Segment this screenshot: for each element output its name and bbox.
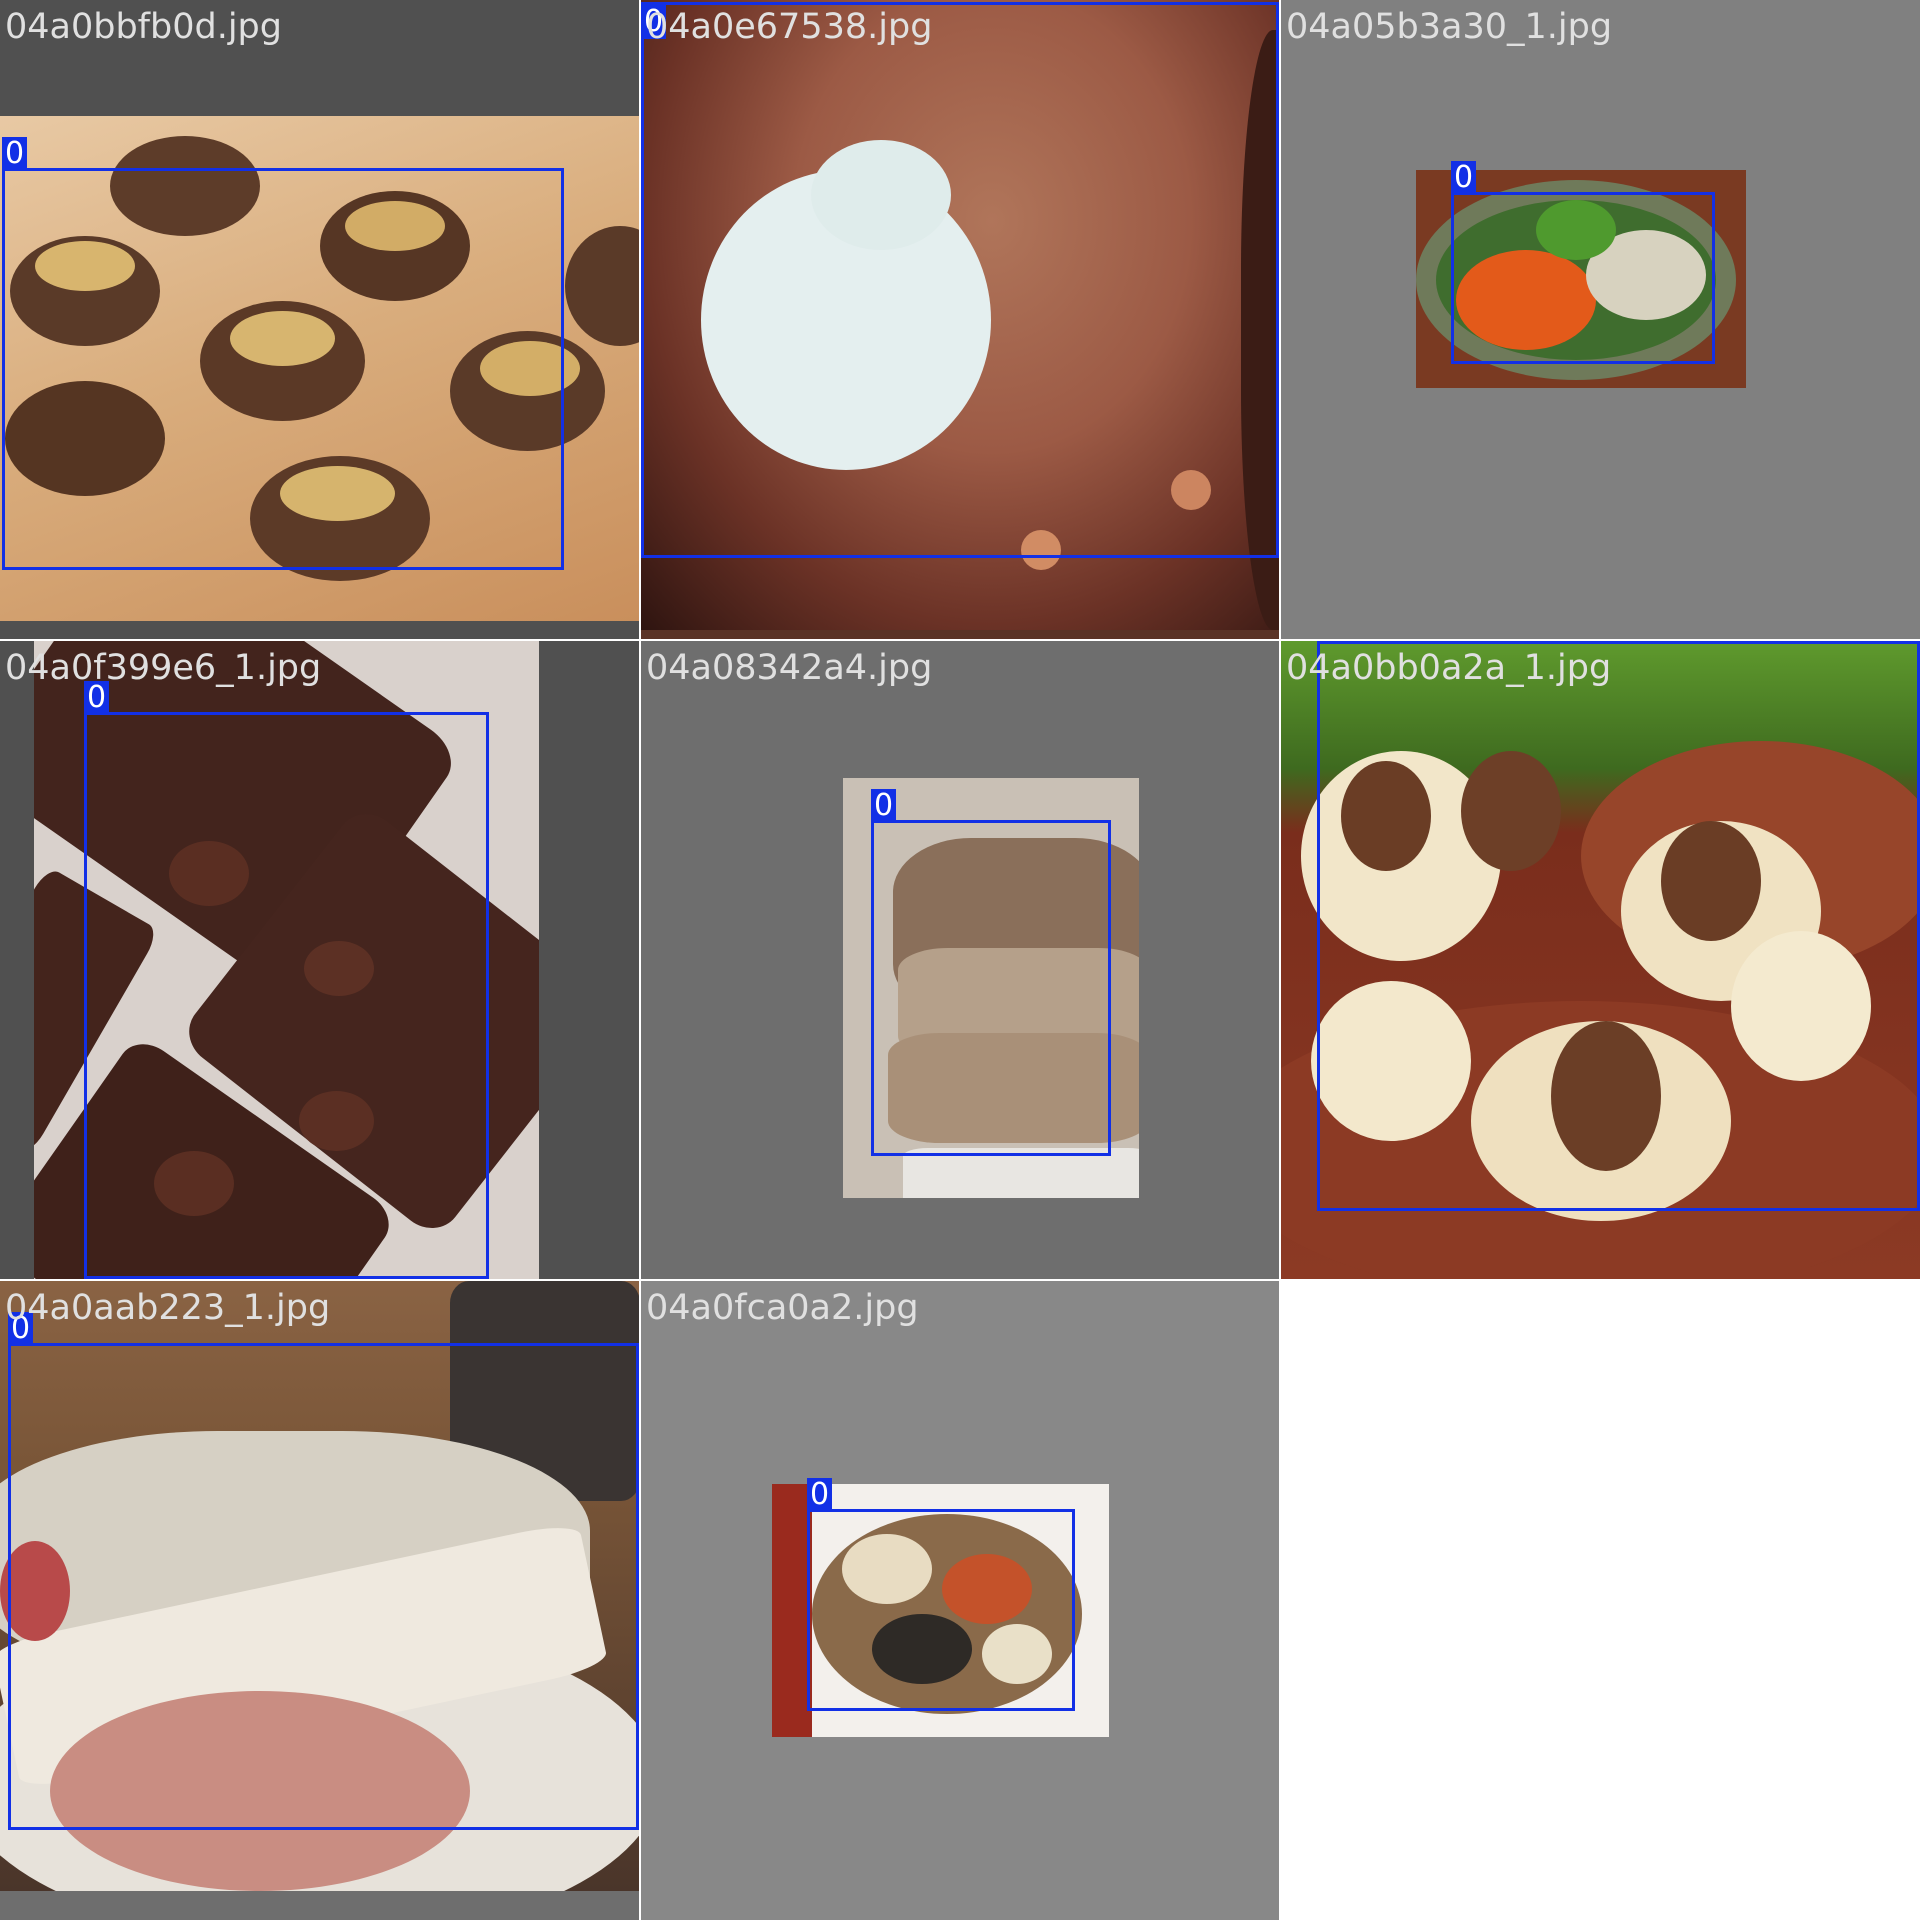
class-label: 0 [807, 1478, 833, 1512]
image-filename: 04a0bb0a2a_1.jpg [1286, 648, 1612, 688]
image-filename: 04a0f399e6_1.jpg [5, 648, 322, 688]
empty-cell [1281, 1281, 1920, 1920]
image-filename: 04a0fca0a2.jpg [646, 1288, 919, 1328]
image-filename: 04a0bbfb0d.jpg [5, 7, 282, 47]
image-tile[interactable]: 0 04a0bb0a2a_1.jpg [1281, 641, 1920, 1279]
image-filename: 04a05b3a30_1.jpg [1286, 7, 1613, 47]
image-tile[interactable]: 0 04a08342a4.jpg [641, 641, 1279, 1279]
class-label: 0 [2, 137, 28, 171]
image-tile[interactable]: 0 04a05b3a30_1.jpg [1281, 0, 1920, 639]
bounding-box: 0 [1451, 161, 1715, 364]
image-tile[interactable]: 0 04a0aab223_1.jpg [0, 1281, 639, 1920]
bounding-box: 0 [2, 137, 564, 570]
bounding-box: 0 [641, 2, 1279, 558]
bounding-box: 0 [8, 1312, 639, 1830]
bounding-box: 0 [871, 789, 1111, 1156]
class-label: 0 [1451, 161, 1477, 195]
image-tile[interactable]: 0 04a0e67538.jpg [641, 0, 1279, 639]
image-tile[interactable]: 0 04a0fca0a2.jpg [641, 1281, 1279, 1920]
image-tile[interactable]: 0 04a0f399e6_1.jpg [0, 641, 639, 1279]
class-label: 0 [1317, 641, 1343, 644]
image-filename: 04a0aab223_1.jpg [5, 1288, 331, 1328]
class-label: 0 [871, 789, 897, 823]
bounding-box: 0 [1317, 641, 1920, 1211]
image-mosaic: 0 04a0bbfb0d.jpg 0 04a0e67538.jpg 0 04a0… [0, 0, 1920, 1920]
bounding-box: 0 [807, 1478, 1075, 1711]
image-tile[interactable]: 0 04a0bbfb0d.jpg [0, 0, 639, 639]
image-filename: 04a08342a4.jpg [646, 648, 933, 688]
image-filename: 04a0e67538.jpg [646, 7, 933, 47]
bounding-box: 0 [84, 681, 489, 1279]
